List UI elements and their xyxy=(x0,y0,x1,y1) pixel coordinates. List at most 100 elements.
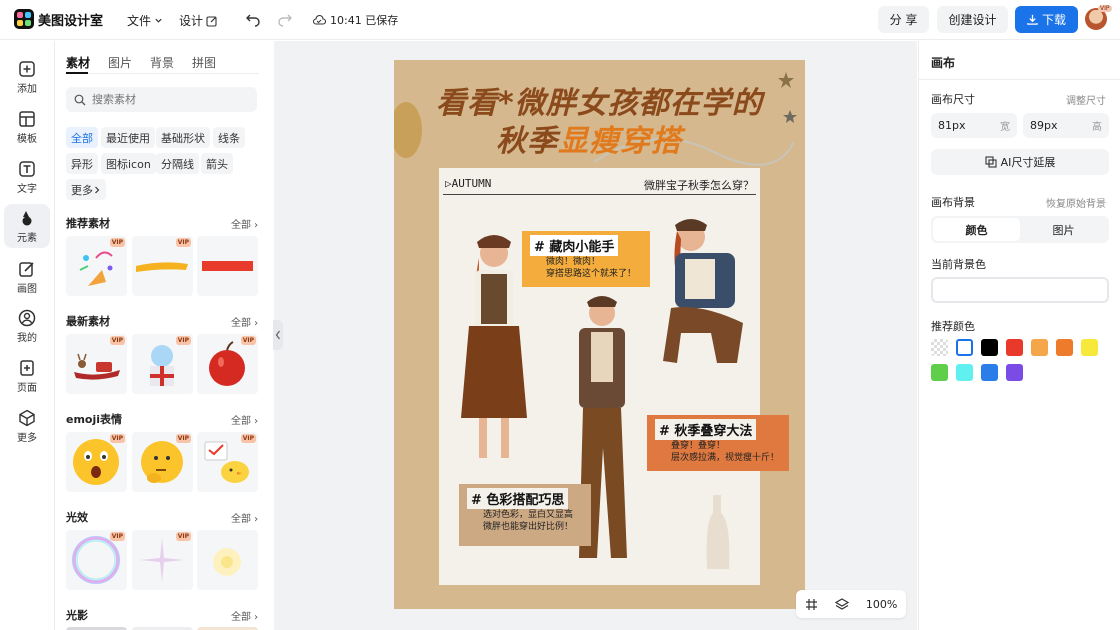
segment-color[interactable]: 颜色 xyxy=(933,218,1020,241)
see-all-light-shadow[interactable]: 全部 › xyxy=(231,608,258,623)
leaf-decoration-icon xyxy=(394,102,422,158)
file-menu-label: 文件 xyxy=(127,14,152,28)
rail-label-elements: 元素 xyxy=(17,232,37,244)
asset-yellow-brush[interactable]: VIP xyxy=(132,236,193,296)
swatch-yellow[interactable] xyxy=(1081,339,1098,356)
poster-question[interactable]: 微胖宝子秋季怎么穿？ xyxy=(644,177,754,193)
search-icon xyxy=(74,94,86,105)
chip-arrows[interactable]: 箭头 xyxy=(201,153,233,174)
asset-snow-globe-gift[interactable]: VIP xyxy=(132,334,193,394)
asset-emoji-shocked[interactable]: VIP xyxy=(66,432,127,492)
poster-canvas[interactable]: 看看*微胖女孩都在学的 秋季显瘦穿搭 ▷AUTUMN 微胖宝子秋季怎么穿？ # … xyxy=(394,60,805,609)
chip-irregular[interactable]: 异形 xyxy=(66,153,98,174)
rail-item-text[interactable]: 文字 xyxy=(4,155,50,199)
rail-item-elements[interactable]: 元素 xyxy=(4,204,50,248)
chip-recent[interactable]: 最近使用 xyxy=(101,127,155,148)
chip-icons[interactable]: 图标icon xyxy=(101,153,156,174)
poster-autumn-label[interactable]: ▷AUTUMN xyxy=(445,177,491,190)
rail-item-draw[interactable]: 画图 xyxy=(4,255,50,299)
canvas-width-field[interactable]: 81px 宽 xyxy=(931,113,1017,138)
tab-materials[interactable]: 素材 xyxy=(66,54,90,71)
asset-reindeer-sleigh[interactable]: VIP xyxy=(66,334,127,394)
see-all-label: 全部 xyxy=(231,220,251,231)
design-menu[interactable]: 设计 xyxy=(179,12,218,29)
swatch-purple[interactable] xyxy=(1006,364,1023,381)
swatch-orange[interactable] xyxy=(1056,339,1073,356)
grid-icon[interactable] xyxy=(805,598,818,611)
canvas-size-label: 画布尺寸 xyxy=(931,93,975,106)
poster-tag-color-tips[interactable]: # 色彩搭配巧思 选对色彩，显白又显高 微胖也能穿出好比例！ xyxy=(459,484,591,546)
chip-more[interactable]: 更多 xyxy=(66,179,106,200)
tab-backgrounds[interactable]: 背景 xyxy=(150,54,174,71)
poster-tag-hide-fat[interactable]: # 藏肉小能手 微肉！微肉！ 穿搭思路这个就来了！ xyxy=(522,231,650,287)
swatch-red[interactable] xyxy=(1006,339,1023,356)
asset-glow[interactable] xyxy=(197,530,258,590)
asset-apple[interactable]: VIP xyxy=(197,334,258,394)
ai-size-extend-button[interactable]: AI尺寸延展 xyxy=(931,149,1109,175)
create-design-button[interactable]: 创建设计 xyxy=(937,6,1008,33)
resize-link[interactable]: 调整尺寸 xyxy=(1066,92,1106,107)
redo-icon[interactable] xyxy=(277,10,293,28)
see-all-latest[interactable]: 全部 › xyxy=(231,314,258,329)
see-all-light-effects[interactable]: 全部 › xyxy=(231,510,258,525)
asset-red-bar[interactable] xyxy=(197,236,258,296)
poster-title-line2-b: 显瘦穿搭 xyxy=(558,124,682,159)
swatch-black[interactable] xyxy=(981,339,998,356)
zoom-level[interactable]: 100% xyxy=(866,598,897,611)
rail-item-page[interactable]: 页面 xyxy=(4,354,50,398)
poster-tag-layering[interactable]: # 秋季叠穿大法 叠穿！叠穿！ 层次感拉满，视觉瘦十斤！ xyxy=(647,415,789,471)
chevron-down-icon xyxy=(155,18,162,23)
rail-item-more[interactable]: 更多 xyxy=(4,404,50,448)
asset-tabs: 素材 图片 背景 拼图 xyxy=(66,54,216,71)
swatch-green[interactable] xyxy=(931,364,948,381)
rail-item-mine[interactable]: 我的 xyxy=(4,304,50,348)
chip-lines[interactable]: 线条 xyxy=(213,127,245,148)
zoom-toolbar: 100% xyxy=(796,590,906,618)
swatch-white[interactable] xyxy=(956,339,973,356)
vip-badge: VIP xyxy=(109,532,125,541)
swatch-cyan[interactable] xyxy=(956,364,973,381)
swatch-transparent[interactable] xyxy=(931,339,948,356)
panel-title: 画布 xyxy=(931,56,956,70)
poster-paper-card[interactable]: ▷AUTUMN 微胖宝子秋季怎么穿？ # 藏肉小能手 微肉！微肉！ 穿搭思路这个… xyxy=(439,168,789,585)
search-input[interactable] xyxy=(92,93,242,106)
see-all-recommended[interactable]: 全部 › xyxy=(231,216,258,231)
swatch-light-orange[interactable] xyxy=(1031,339,1048,356)
rail-item-add[interactable]: 添加 xyxy=(4,55,50,99)
swatch-blue[interactable] xyxy=(981,364,998,381)
layers-icon[interactable] xyxy=(834,597,849,611)
chip-dividers[interactable]: 分隔线 xyxy=(156,153,199,174)
segment-image[interactable]: 图片 xyxy=(1020,218,1107,241)
tab-collage[interactable]: 拼图 xyxy=(192,54,216,71)
tag-heading: # 色彩搭配巧思 xyxy=(467,488,569,509)
poster-title-line2-a: 秋季 xyxy=(496,124,558,159)
asset-search[interactable] xyxy=(66,87,257,112)
undo-icon[interactable] xyxy=(245,10,261,28)
canvas-height-field[interactable]: 89px 高 xyxy=(1023,113,1109,138)
asset-emoji-chick[interactable]: VIP xyxy=(197,432,258,492)
model-right-figure[interactable] xyxy=(651,213,756,383)
rail-label-more: 更多 xyxy=(17,432,37,444)
chip-all[interactable]: 全部 xyxy=(66,127,98,148)
share-button[interactable]: 分 享 xyxy=(878,6,929,33)
see-all-label: 全部 xyxy=(231,318,251,329)
text-icon xyxy=(19,160,35,177)
chip-basic-shapes[interactable]: 基础形状 xyxy=(156,127,210,148)
recommended-colors-label: 推荐颜色 xyxy=(931,320,975,333)
section-title-recommended: 推荐素材 xyxy=(66,217,110,230)
file-menu[interactable]: 文件 xyxy=(127,12,163,29)
restore-background-link[interactable]: 恢复原始背景 xyxy=(1046,195,1106,210)
tab-images[interactable]: 图片 xyxy=(108,54,132,71)
app-logo[interactable]: 美图设计室 xyxy=(14,9,103,29)
asset-emoji-thinking[interactable]: VIP xyxy=(132,432,193,492)
download-button[interactable]: 下载 xyxy=(1015,6,1078,33)
avatar-vip-badge: VIP xyxy=(1098,5,1112,12)
see-all-emoji[interactable]: 全部 › xyxy=(231,412,258,427)
asset-party-popper[interactable]: VIP xyxy=(66,236,127,296)
asset-sparkle[interactable]: VIP xyxy=(132,530,193,590)
collapse-panel-handle[interactable] xyxy=(273,320,283,350)
current-bg-color-field[interactable] xyxy=(931,277,1109,303)
asset-rainbow-bubble[interactable]: VIP xyxy=(66,530,127,590)
rail-item-template[interactable]: 模板 xyxy=(4,105,50,149)
poster-title-line2[interactable]: 秋季显瘦穿搭 xyxy=(496,116,682,160)
